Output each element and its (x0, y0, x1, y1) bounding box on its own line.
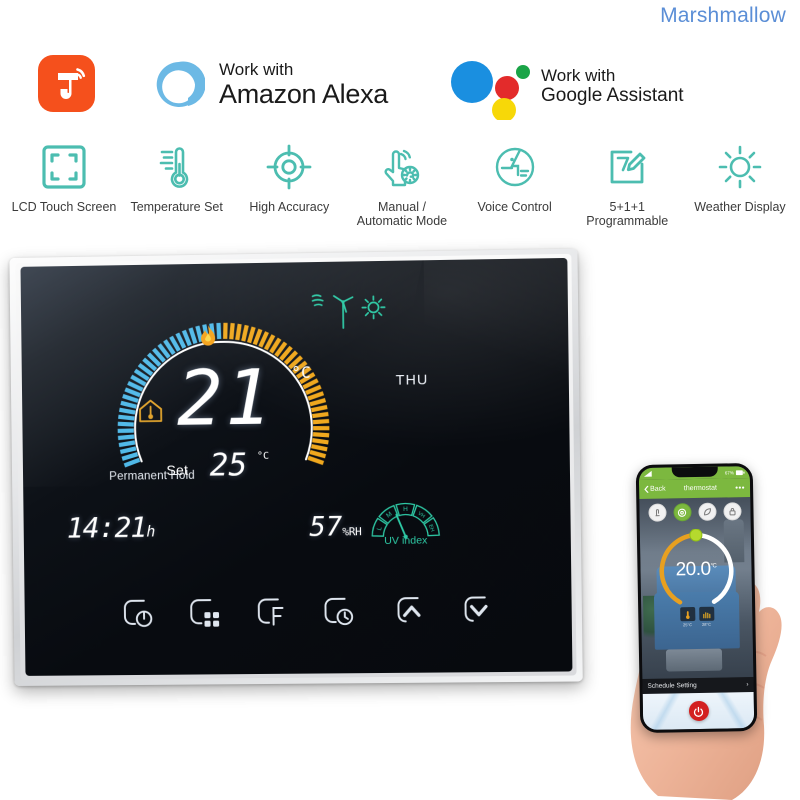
feature-manual-automatic-mode: Manual / Automatic Mode (346, 136, 458, 228)
phone-screen: 67% Back thermostat ••• 20.0°C 25°C 28°C… (639, 466, 755, 730)
touch-button-row (113, 580, 498, 640)
phone-app-bar: Back thermostat ••• (639, 478, 750, 499)
fahrenheit-button[interactable] (246, 587, 295, 634)
flame-heating-icon (197, 324, 220, 355)
product-image: Marshmallow Work with Amazon Alexa Work … (0, 0, 800, 800)
alexa-line1: Work with (219, 60, 388, 79)
current-temperature: 21 (154, 359, 296, 437)
smartphone: 67% Back thermostat ••• 20.0°C 25°C 28°C… (636, 463, 758, 733)
power-button[interactable] (113, 589, 162, 636)
feature-weather-display: Weather Display (684, 136, 796, 214)
google-line2: Google Assistant (541, 85, 684, 107)
thermometer-icon (121, 136, 233, 198)
alexa-label: Work with Amazon Alexa (219, 60, 388, 109)
lock-icon[interactable] (724, 502, 742, 520)
thermostat-device: Permanent Hold 21 °C Set 25 °C THU 14:21… (9, 249, 582, 686)
power-icon (693, 705, 704, 716)
set-label: Set (166, 462, 188, 478)
current-temperature-unit: °C (291, 363, 311, 382)
timer-button[interactable] (313, 587, 362, 634)
tuya-logo-icon (38, 55, 95, 112)
clock-time: 14:21 (67, 510, 147, 544)
humidity-unit: %RH (342, 525, 361, 538)
feature-label: 5+1+1 Programmable (571, 200, 683, 228)
eco-leaf-icon[interactable] (698, 503, 716, 521)
feature-lcd-touch-screen: LCD Touch Screen (8, 136, 120, 214)
auto-mode-icon[interactable] (673, 503, 691, 521)
phone-in-hand: 67% Back thermostat ••• 20.0°C 25°C 28°C… (600, 440, 800, 800)
app-mode-toolbar (639, 502, 750, 522)
feature-programmable: 5+1+1 Programmable (571, 136, 683, 228)
humidity-display: 57%RH (309, 513, 362, 546)
phone-notch (671, 467, 717, 478)
alexa-logo-icon (152, 58, 205, 111)
battery-status: 67% (725, 470, 745, 475)
up-button[interactable] (381, 586, 430, 633)
app-bottom-panel (643, 692, 755, 730)
heat-mode-chip-icon (699, 607, 714, 621)
clock-suffix: h (146, 522, 155, 540)
feature-label: Weather Display (684, 200, 796, 214)
schedule-label: Schedule Setting (647, 682, 696, 690)
thermostat-glass-panel: Permanent Hold 21 °C Set 25 °C THU 14:21… (20, 258, 572, 676)
set-temperature-unit: °C (257, 451, 269, 462)
down-button[interactable] (448, 585, 497, 632)
feature-label: LCD Touch Screen (8, 200, 120, 214)
compatibility-badges: Work with Amazon Alexa Work with Google … (0, 26, 800, 112)
feature-label: Temperature Set (121, 200, 233, 214)
app-title: thermostat (684, 485, 717, 493)
app-mini-modes: 25°C 28°C (680, 607, 714, 628)
battery-percent: 67% (725, 470, 734, 475)
brand-name: Marshmallow (660, 4, 786, 28)
hand-tap-gear-icon (346, 136, 458, 198)
app-temperature-value: 20.0°C (654, 558, 738, 581)
app-power-button[interactable] (688, 701, 708, 721)
chevron-right-icon: › (746, 681, 748, 688)
cool-mode-label: 25°C (680, 622, 695, 627)
feature-label: High Accuracy (233, 200, 345, 214)
weather-status-icons (310, 289, 404, 338)
clock-display: 14:21h (67, 513, 156, 546)
uv-index-label: UV index (367, 534, 444, 547)
alexa-line2: Amazon Alexa (219, 79, 388, 109)
svg-text:L: L (376, 525, 384, 531)
lcd-touch-screen-icon (8, 136, 120, 198)
sun-icon (684, 136, 796, 198)
svg-text:EH: EH (427, 524, 435, 533)
google-assistant-logo-icon (450, 58, 536, 120)
back-label: Back (650, 486, 666, 493)
crosshair-target-icon (233, 136, 345, 198)
app-temperature-dial[interactable]: 20.0°C (653, 528, 738, 613)
hand-mode-icon[interactable] (648, 504, 666, 522)
feature-label: Manual / Automatic Mode (346, 200, 458, 228)
thermostat-lcd: Permanent Hold 21 °C Set 25 °C THU 14:21… (20, 258, 572, 676)
feature-temperature-set: Temperature Set (121, 136, 233, 214)
table-decor (666, 649, 722, 672)
app-temp-unit: °C (711, 563, 717, 569)
overflow-menu-button[interactable]: ••• (735, 483, 745, 492)
feature-voice-control: Voice Control (459, 136, 571, 214)
feature-strip: LCD Touch Screen Temperature Set High Ac… (8, 136, 796, 246)
back-button[interactable]: Back (644, 486, 666, 493)
app-temp-number: 20.0 (675, 559, 710, 581)
voice-control-icon (459, 136, 571, 198)
humidity-value: 57 (309, 511, 342, 543)
heat-mode-mini[interactable]: 28°C (699, 607, 714, 627)
calendar-pencil-icon (571, 136, 683, 198)
day-of-week: THU (396, 371, 429, 388)
menu-button[interactable] (179, 588, 228, 635)
heat-mode-label: 28°C (699, 622, 714, 627)
chevron-left-icon (644, 486, 649, 493)
feature-high-accuracy: High Accuracy (233, 136, 345, 214)
feature-label: Voice Control (459, 200, 571, 214)
cool-mode-chip-icon (680, 607, 695, 621)
svg-text:H: H (403, 506, 408, 513)
set-temperature: 25 (209, 450, 247, 482)
google-assistant-label: Work with Google Assistant (541, 66, 684, 107)
google-line1: Work with (541, 66, 684, 85)
signal-icon (644, 471, 652, 477)
cool-mode-mini[interactable]: 25°C (680, 607, 695, 627)
